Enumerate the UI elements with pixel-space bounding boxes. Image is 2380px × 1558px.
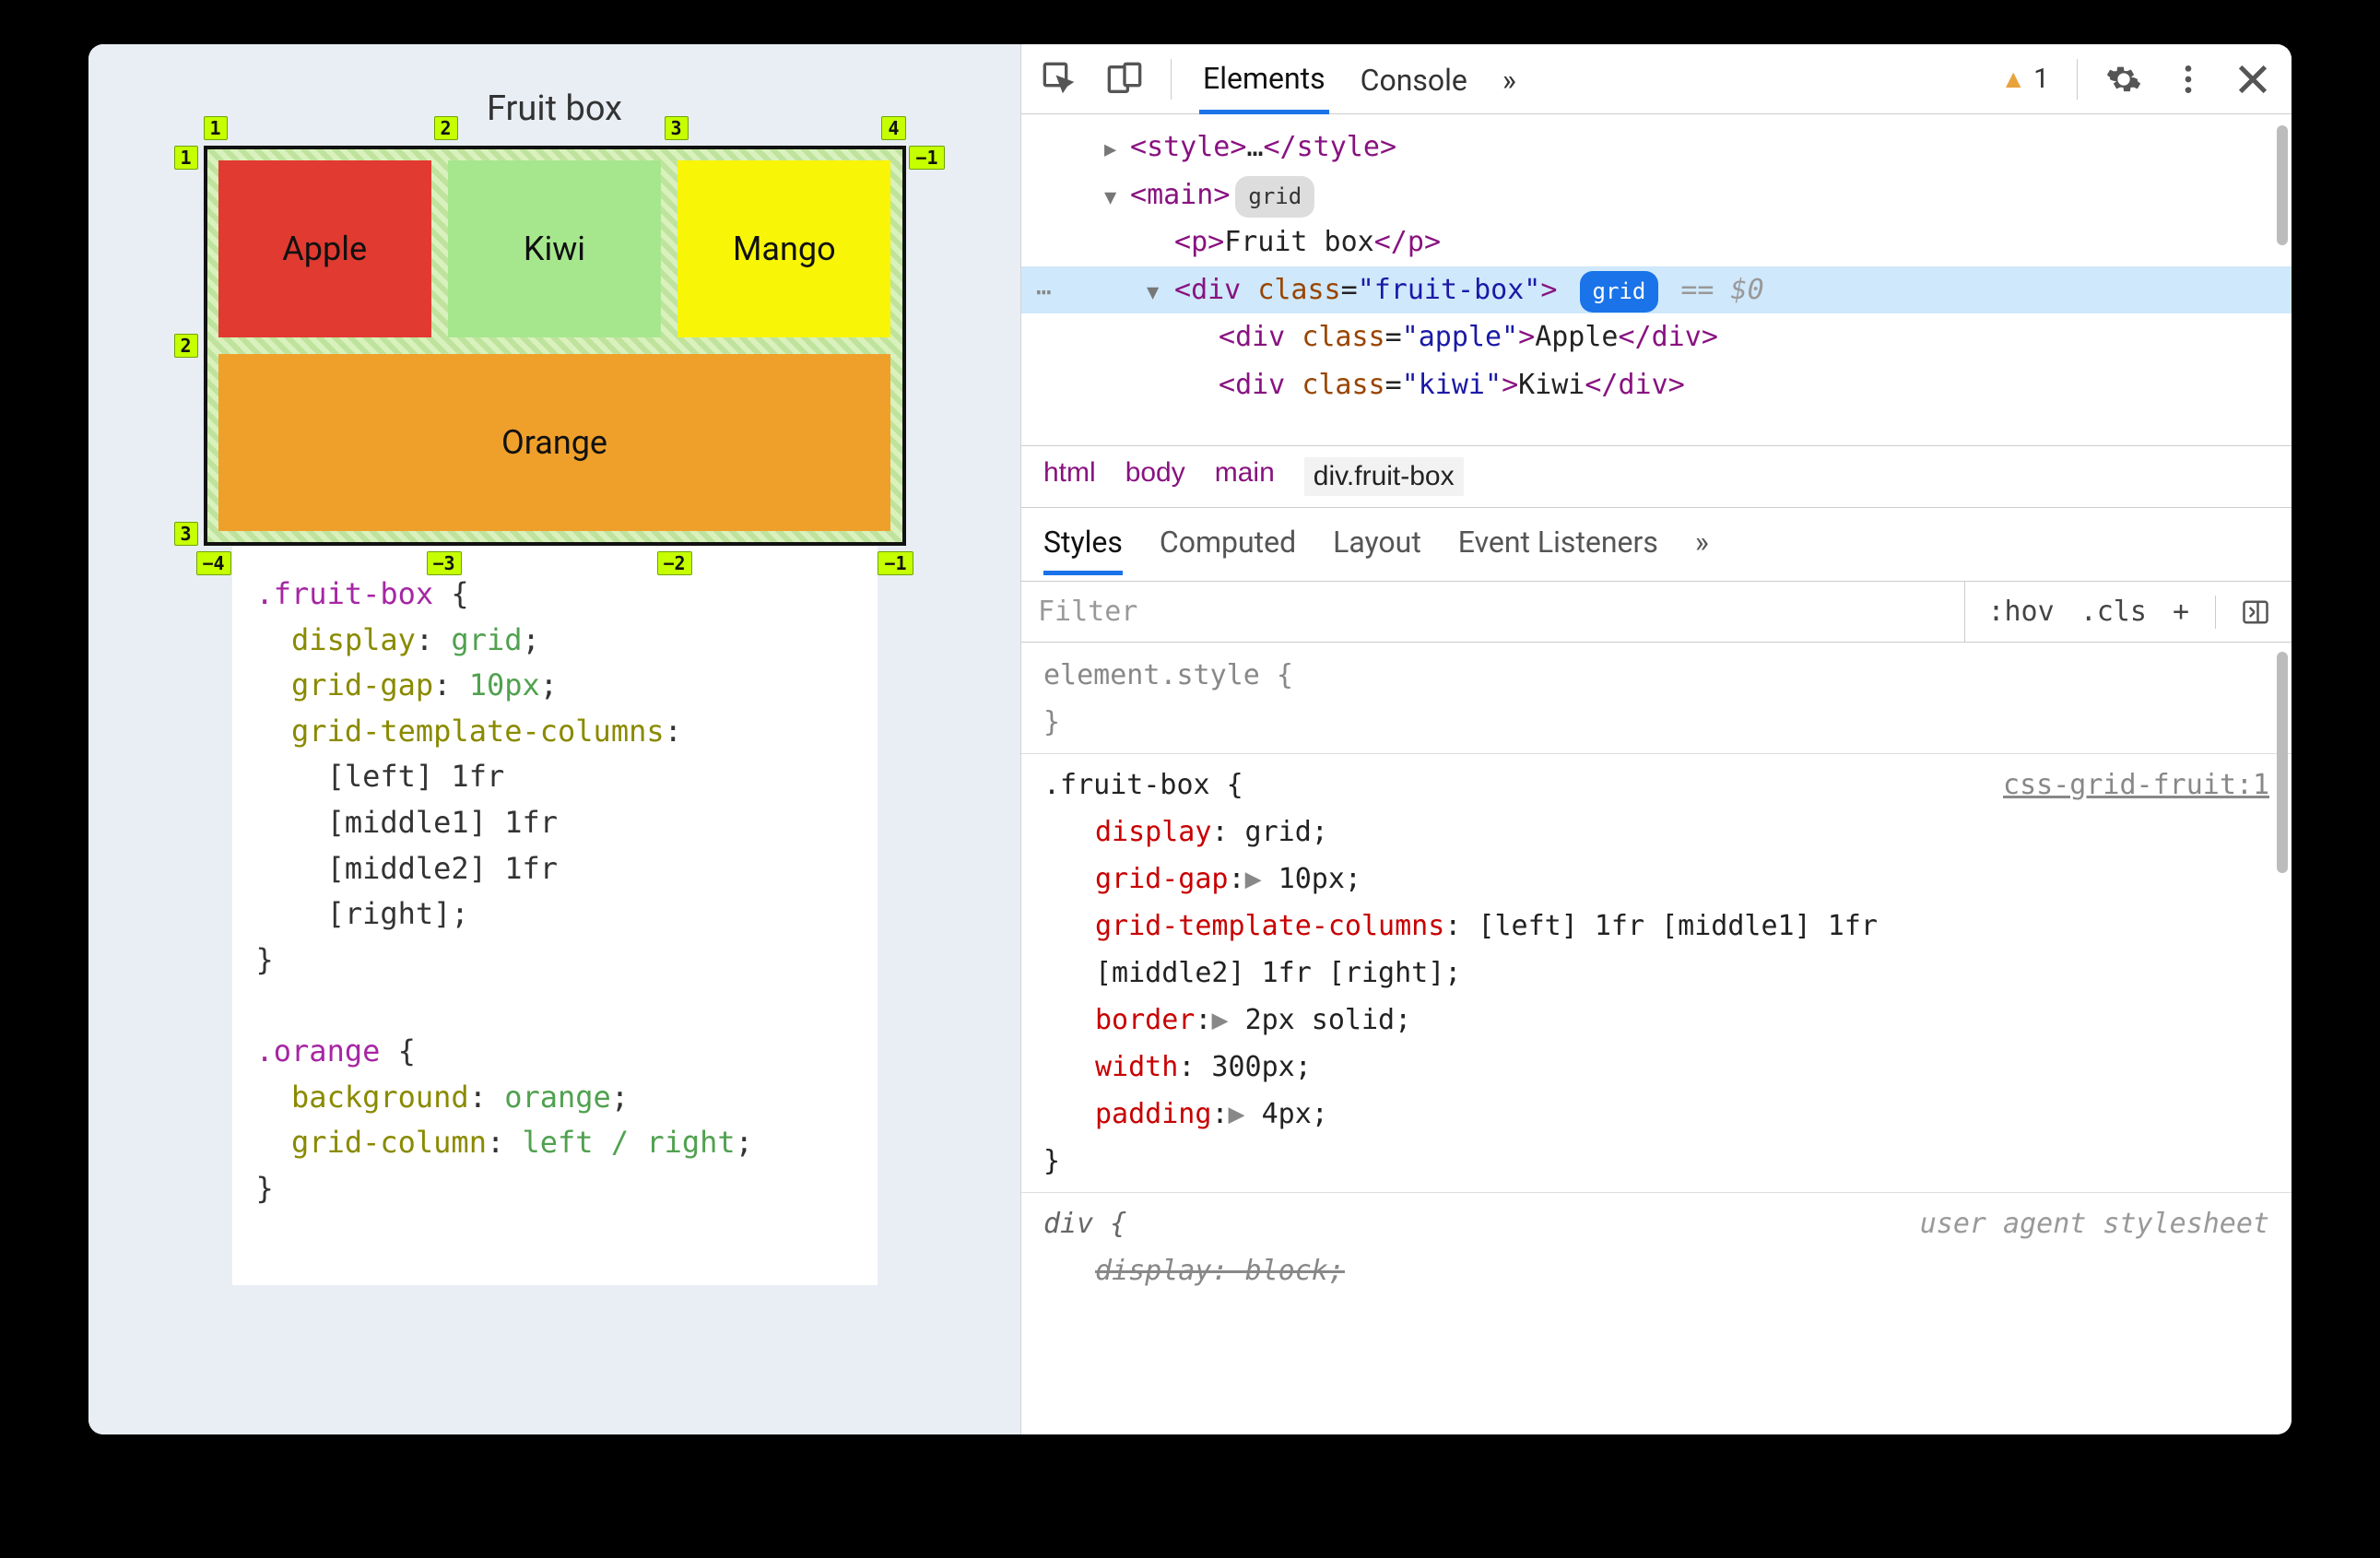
scrollbar[interactable]	[2277, 652, 2288, 873]
breadcrumb-current[interactable]: div.fruit-box	[1304, 457, 1464, 496]
page-title: Fruit box	[487, 89, 622, 129]
dom-node: ▶<style>…</style>	[1021, 124, 2292, 171]
dom-tree[interactable]: ▶<style>…</style> ▼<main>grid <p>Fruit b…	[1021, 114, 2292, 446]
subtab-layout[interactable]: Layout	[1333, 525, 1421, 575]
devtools-toolbar: Elements Console » ▲ 1	[1021, 44, 2292, 114]
grid-row-label: 3	[174, 522, 198, 546]
subtab-event-listeners[interactable]: Event Listeners	[1458, 525, 1658, 575]
grid-demo[interactable]: Apple Kiwi Mango Orange 1 2 3 4 1 2 3 −1…	[204, 146, 906, 546]
tabs-overflow[interactable]: »	[1499, 46, 1520, 112]
subtab-computed[interactable]: Computed	[1160, 525, 1296, 575]
grid-col-label: −2	[657, 551, 692, 575]
toggle-sidebar-icon[interactable]	[2242, 598, 2269, 626]
grid-cell-orange[interactable]: Orange	[218, 354, 891, 531]
breadcrumb-item[interactable]: body	[1125, 457, 1185, 496]
grid-col-label: 4	[881, 116, 905, 140]
subtab-styles[interactable]: Styles	[1043, 525, 1123, 575]
grid-col-label: 3	[665, 116, 689, 140]
dom-node: <p>Fruit box</p>	[1021, 218, 2292, 266]
dom-node-selected[interactable]: ▼<div class="fruit-box"> grid == $0	[1021, 266, 2292, 314]
css-rule-ua[interactable]: user agent stylesheet div {	[1043, 1200, 2269, 1247]
subtabs-overflow[interactable]: »	[1695, 525, 1709, 575]
close-icon[interactable]	[2234, 61, 2271, 98]
tab-elements[interactable]: Elements	[1199, 44, 1329, 114]
warning-count: 1	[2033, 63, 2049, 95]
source-link[interactable]: css-grid-fruit:1	[2003, 761, 2269, 809]
dom-node: <div class="kiwi">Kiwi</div>	[1021, 361, 2292, 409]
grid-cell-mango[interactable]: Mango	[677, 160, 890, 337]
breadcrumb-item[interactable]: html	[1043, 457, 1096, 496]
css-rule[interactable]: css-grid-fruit:1 .fruit-box {	[1043, 761, 2269, 809]
hover-toggle[interactable]: :hov	[1987, 596, 2054, 628]
warning-badge[interactable]: ▲ 1	[2000, 63, 2049, 95]
grid-col-label: 2	[434, 116, 458, 140]
grid-col-label: −4	[196, 551, 231, 575]
tab-console[interactable]: Console	[1357, 46, 1471, 112]
styles-filter-row: :hov .cls +	[1021, 582, 2292, 643]
code-snippet: .fruit-box { display: grid; grid-gap: 10…	[232, 546, 878, 1285]
grid-row-label: 2	[174, 334, 198, 358]
grid-row-label: −1	[909, 146, 944, 170]
warning-icon: ▲	[2000, 64, 2026, 94]
grid-badge[interactable]: grid	[1235, 176, 1314, 218]
settings-icon[interactable]	[2105, 61, 2142, 98]
grid-cell-kiwi[interactable]: Kiwi	[448, 160, 661, 337]
console-ref: == $0	[1680, 274, 1763, 306]
grid-col-label: −1	[878, 551, 913, 575]
kebab-menu-icon[interactable]	[2170, 61, 2207, 98]
cls-toggle[interactable]: .cls	[2080, 596, 2147, 628]
styles-panel[interactable]: element.style { } css-grid-fruit:1 .frui…	[1021, 643, 2292, 1434]
breadcrumb[interactable]: html body main div.fruit-box	[1021, 446, 2292, 508]
grid-cell-apple[interactable]: Apple	[218, 160, 431, 337]
grid-badge-active[interactable]: grid	[1580, 271, 1659, 313]
device-toolbar-icon[interactable]	[1106, 61, 1143, 98]
dom-node: <div class="apple">Apple</div>	[1021, 313, 2292, 361]
toolbar-separator	[1171, 59, 1172, 100]
toolbar-separator	[2077, 59, 2078, 100]
element-style-rule[interactable]: element.style {	[1043, 652, 2269, 699]
grid-col-label: −3	[427, 551, 462, 575]
dom-node: ▼<main>grid	[1021, 171, 2292, 219]
filter-input[interactable]	[1021, 582, 1965, 642]
grid-col-label: 1	[204, 116, 228, 140]
styles-subtabs: Styles Computed Layout Event Listeners »	[1021, 508, 2292, 582]
breadcrumb-item[interactable]: main	[1215, 457, 1275, 496]
page-preview-pane: Fruit box Apple Kiwi Mango Orange 1 2 3 …	[88, 44, 1021, 1434]
grid-row-label: 1	[174, 146, 198, 170]
inspect-element-icon[interactable]	[1042, 61, 1078, 98]
devtools-pane: Elements Console » ▲ 1 ▶<style>…</style>…	[1021, 44, 2292, 1434]
ua-stylesheet-label: user agent stylesheet	[1920, 1200, 2269, 1247]
devtools-window: Fruit box Apple Kiwi Mango Orange 1 2 3 …	[88, 44, 2292, 1434]
new-rule-button[interactable]: +	[2173, 596, 2189, 628]
